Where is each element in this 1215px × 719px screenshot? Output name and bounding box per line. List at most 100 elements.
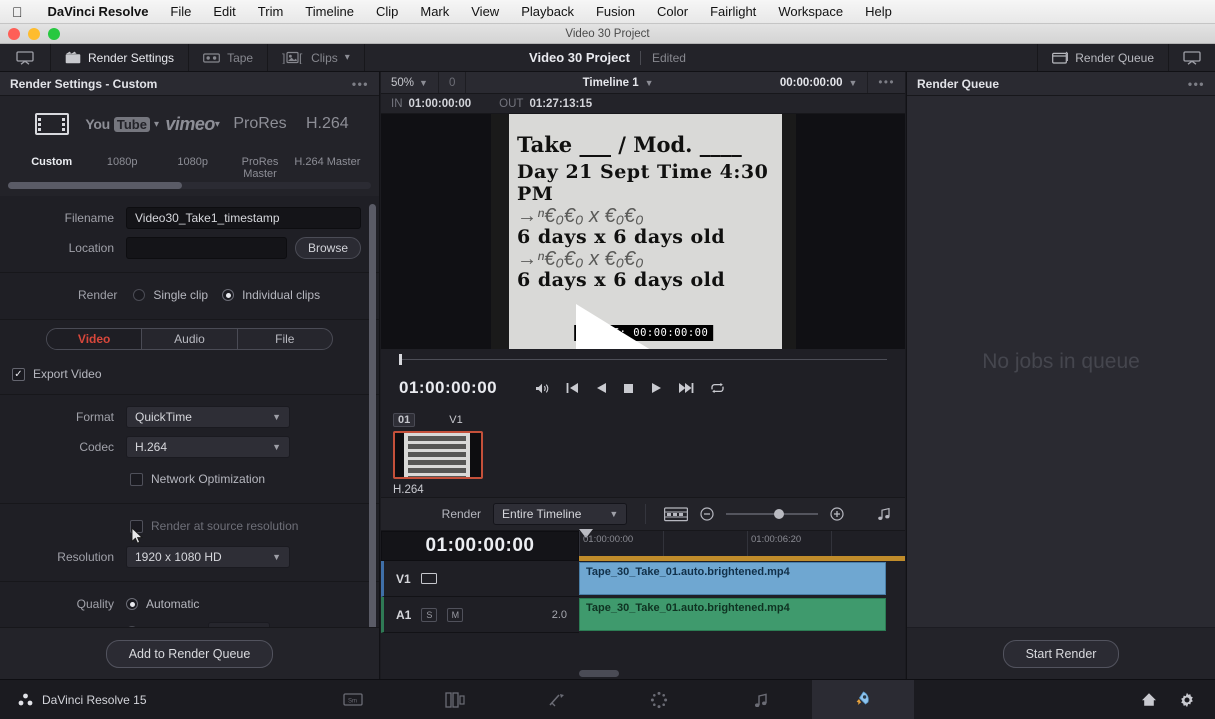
jump-to-in-icon[interactable] [566,382,579,394]
page-button-edit[interactable] [404,680,506,719]
clip-thumbnail[interactable] [393,431,483,479]
preset-h264[interactable]: H.264 H.264 Master [294,108,361,168]
track-header-a1[interactable]: A1 S M 2.0 [381,597,579,633]
filename-row: Filename Video30_Take1_timestamp [0,206,379,230]
menu-item-clip[interactable]: Clip [365,4,409,19]
network-optimization-checkbox[interactable]: ✓ [130,472,143,486]
collapse-viewer-button[interactable] [0,44,51,71]
render-settings-scrollbar[interactable] [369,204,376,627]
timeline-ruler[interactable]: 01:00:00:00 01:00:06:20 [579,529,905,561]
preset-scrollbar[interactable] [8,182,371,189]
music-note-icon[interactable] [877,507,891,521]
play-reverse-icon[interactable] [595,382,607,394]
collapse-queue-button[interactable] [1168,44,1215,71]
filename-input[interactable]: Video30_Take1_timestamp [126,207,361,229]
timeline-clip-audio[interactable]: Tape_30_Take_01.auto.brightened.mp4 [579,598,886,631]
panel-options-icon[interactable]: ••• [352,77,369,91]
stop-icon[interactable] [623,383,634,394]
export-video-checkbox[interactable]: ✓ [12,367,25,381]
radio-quality-restrict[interactable] [126,626,138,627]
zoom-slider-knob[interactable] [774,509,785,519]
zoom-out-icon[interactable] [700,507,714,521]
browse-button[interactable]: Browse [294,237,361,259]
menu-item-view[interactable]: View [460,4,510,19]
tab-video[interactable]: Video [47,329,143,349]
menu-item-color[interactable]: Color [646,4,699,19]
tab-audio[interactable]: Audio [142,329,238,349]
menu-item-playback[interactable]: Playback [510,4,585,19]
viewer-options-icon[interactable]: ••• [867,72,905,93]
render-settings-title: Render Settings - Custom [10,76,158,91]
preset-custom[interactable]: Custom [18,108,85,168]
menu-item-timeline[interactable]: Timeline [294,4,365,19]
track-header-v1[interactable]: V1 [381,561,579,597]
radio-individual-clips[interactable] [222,289,235,301]
timeline-horizontal-scrollbar[interactable] [579,670,619,677]
filmstrip-view-icon[interactable] [664,506,689,522]
menu-item-mark[interactable]: Mark [409,4,460,19]
loop-icon[interactable] [710,382,725,394]
menu-item-file[interactable]: File [159,4,202,19]
preset-youtube[interactable]: You Tube ▾ 1080p [85,108,159,168]
timeline-timecode[interactable]: 01:00:00:00 [381,531,579,561]
play-icon[interactable] [650,382,662,394]
preset-vimeo[interactable]: vimeo ▾ 1080p [159,108,226,169]
render-queue-list[interactable]: No jobs in queue [907,96,1215,627]
viewer-scrubber[interactable] [381,349,905,369]
render-range-dropdown[interactable]: Entire Timeline ▼ [493,503,628,525]
tape-button[interactable]: Tape [189,44,269,71]
viewer-timeline-selector[interactable]: Timeline 1 ▼ [466,77,769,89]
quality-section: Quality Automatic Restrict to 80000 Kb/s… [0,582,379,627]
page-button-color[interactable] [608,680,710,719]
render-queue-button[interactable]: Render Queue [1037,44,1168,71]
youtube-icon: You Tube ▾ [85,116,159,132]
out-timecode[interactable]: 01:27:13:15 [529,98,592,110]
timeline-clip-video[interactable]: Tape_30_Take_01.auto.brightened.mp4 [579,562,886,595]
menu-item-fusion[interactable]: Fusion [585,4,646,19]
codec-dropdown[interactable]: H.264 ▼ [126,436,290,458]
solo-button-a1[interactable]: S [421,607,438,622]
tab-file[interactable]: File [238,329,332,349]
viewer-timecode-display[interactable]: 00:00:00:00 ▼ [770,77,868,89]
radio-single-clip[interactable] [133,289,146,301]
page-button-fusion[interactable] [506,680,608,719]
export-video-row: ✓ Export Video [0,362,379,386]
start-render-button[interactable]: Start Render [1002,639,1120,668]
render-settings-button[interactable]: Render Settings [51,44,190,71]
render-at-source-resolution-checkbox[interactable]: ✓ [130,519,143,533]
in-timecode[interactable]: 01:00:00:00 [409,98,472,110]
viewer-frame-field[interactable]: 0 [439,72,467,93]
menu-item-help[interactable]: Help [854,4,903,19]
scrubber-track[interactable] [399,353,887,365]
bitrate-input[interactable]: 80000 [208,622,271,627]
queue-options-icon[interactable]: ••• [1188,77,1205,91]
menu-item-fairlight[interactable]: Fairlight [699,4,767,19]
video-viewer[interactable]: Take ___ / Mod. ____ Day 21 Sept Time 4:… [381,114,905,349]
menu-item-trim[interactable]: Trim [247,4,295,19]
clips-button[interactable]: ] [ Clips ▾ [268,44,365,71]
timeline-zoom-slider[interactable] [726,509,819,519]
menu-app-name[interactable]: DaVinci Resolve [37,4,160,19]
location-input[interactable] [126,237,287,259]
page-button-fairlight[interactable] [710,680,812,719]
play-overlay-icon[interactable] [576,304,664,349]
page-button-deliver[interactable] [811,680,914,719]
viewer-zoom-control[interactable]: 50% ▼ [381,72,439,93]
radio-quality-automatic[interactable] [126,598,138,610]
page-button-media[interactable]: Sm [302,680,404,719]
menu-item-workspace[interactable]: Workspace [767,4,854,19]
resolution-dropdown[interactable]: 1920 x 1080 HD ▼ [126,546,290,568]
svg-text:Sm: Sm [348,699,357,705]
add-to-render-queue-button[interactable]: Add to Render Queue [105,639,274,668]
menu-item-edit[interactable]: Edit [202,4,246,19]
chevron-down-icon: ▼ [609,509,619,519]
scrubber-playhead[interactable] [399,353,402,365]
fast-forward-icon[interactable] [678,382,694,394]
volume-icon[interactable] [535,382,550,395]
timeline-clips-area[interactable]: Tape_30_Take_01.auto.brightened.mp4 Tape… [579,561,905,679]
format-dropdown[interactable]: QuickTime ▼ [126,406,290,428]
zoom-in-icon[interactable] [830,507,844,521]
mute-button-a1[interactable]: M [447,607,464,622]
apple-icon[interactable]:  [0,5,37,19]
preset-prores[interactable]: ProRes ProRes Master [226,108,293,180]
